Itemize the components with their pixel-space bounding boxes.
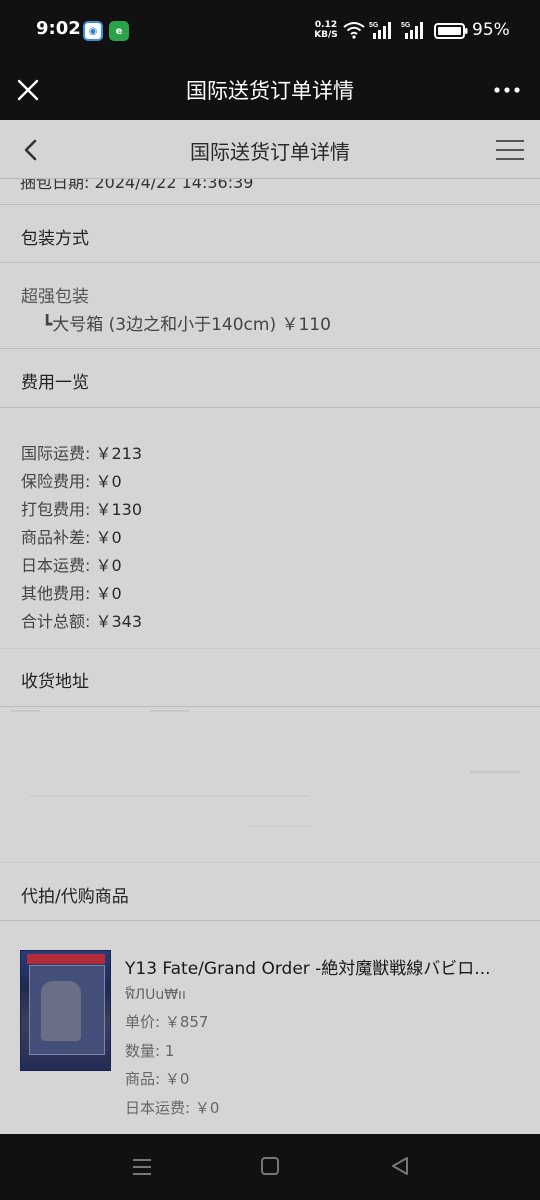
divider	[0, 920, 540, 921]
sub-header-title: 国际送货订单详情	[190, 140, 350, 164]
menu-icon[interactable]	[494, 136, 526, 164]
recent-apps-icon[interactable]	[130, 1156, 154, 1178]
fee-label: 合计总额:	[21, 612, 91, 631]
battery-percentage: 95%	[472, 20, 510, 40]
fee-label: 商品补差:	[21, 528, 91, 547]
fee-label: 国际运费:	[21, 444, 91, 463]
fee-label: 打包费用:	[21, 500, 91, 519]
product-subtitle: ฬ็ЛUu₩ıı	[125, 987, 186, 1003]
packaging-name: 超强包装	[21, 287, 89, 307]
fee-japan-shipping: 日本运费: ￥0	[21, 552, 122, 576]
network-speed-value: 0.12	[314, 20, 338, 30]
divider	[0, 348, 540, 349]
fee-value: ￥0	[95, 584, 122, 603]
product-thumbnail[interactable]	[20, 950, 111, 1071]
fee-insurance: 保险费用: ￥0	[21, 468, 122, 492]
redaction-mark	[250, 825, 310, 827]
page-title: 国际送货订单详情	[186, 79, 354, 103]
thumbnail-banner	[27, 954, 105, 964]
fee-label: 其他费用:	[21, 584, 91, 603]
status-time: 9:02	[36, 18, 81, 39]
divider	[0, 204, 540, 205]
fee-value: ￥343	[95, 612, 143, 631]
svg-text:5G: 5G	[369, 22, 379, 29]
signal-5g-icon-2: 5G	[401, 22, 423, 39]
redaction-mark	[30, 795, 310, 797]
product-japan-shipping: 日本运费: ￥0	[125, 1099, 220, 1117]
packaging-section-title: 包装方式	[21, 229, 89, 249]
product-quantity: 数量: 1	[125, 1042, 175, 1060]
address-content-redacted	[0, 707, 540, 862]
battery-icon	[434, 23, 468, 39]
top-navigation-bar: 国际送货订单详情	[0, 62, 540, 120]
signal-5g-icon: 5G	[369, 22, 391, 39]
wifi-icon	[343, 22, 365, 39]
fee-value: ￥213	[95, 444, 143, 463]
redaction-mark	[150, 710, 190, 712]
home-icon[interactable]	[259, 1155, 281, 1177]
fee-international-shipping: 国际运费: ￥213	[21, 440, 142, 464]
fee-goods-difference: 商品补差: ￥0	[21, 524, 122, 548]
status-bar: 9:02 ◉ e 0.12 KB/S 5G 5G 95%	[0, 0, 540, 62]
fee-label: 保险费用:	[21, 472, 91, 491]
divider	[0, 262, 540, 263]
redaction-mark	[10, 710, 40, 712]
product-goods-fee: 商品: ￥0	[125, 1070, 190, 1088]
network-speed: 0.12 KB/S	[311, 20, 341, 40]
fee-other: 其他费用: ￥0	[21, 580, 122, 604]
more-options-icon[interactable]	[490, 76, 524, 104]
fee-value: ￥0	[95, 472, 122, 491]
fees-section-title: 费用一览	[21, 373, 89, 393]
app-notification-icon-green: e	[109, 21, 129, 41]
fee-value: ￥0	[95, 556, 122, 575]
sub-header: 国际送货订单详情	[0, 120, 540, 179]
svg-text:5G: 5G	[401, 22, 411, 29]
product-title[interactable]: Y13 Fate/Grand Order -絶対魔獣戦線バビロ...	[125, 954, 520, 979]
network-speed-unit: KB/S	[314, 30, 338, 40]
divider	[0, 648, 540, 649]
fee-label: 日本运费:	[21, 556, 91, 575]
fee-value: ￥130	[95, 500, 143, 519]
packing-date-line: 捆包日期: 2024/4/22 14:36:39	[20, 179, 254, 192]
fee-value: ￥0	[95, 528, 122, 547]
goods-section-title: 代拍/代购商品	[21, 887, 129, 907]
system-back-icon[interactable]	[388, 1154, 412, 1178]
fee-total: 合计总额: ￥343	[21, 608, 142, 632]
address-section-title: 收货地址	[21, 672, 89, 692]
fee-packing: 打包费用: ￥130	[21, 496, 142, 520]
app-notification-icon: ◉	[83, 21, 103, 41]
system-navigation-bar	[0, 1134, 540, 1200]
redaction-mark	[470, 771, 520, 773]
divider	[0, 862, 540, 863]
packaging-detail: ┗大号箱 (3边之和小于140cm) ￥110	[42, 315, 331, 335]
thumbnail-figure	[41, 981, 81, 1041]
order-detail-content[interactable]: 捆包日期: 2024/4/22 14:36:39 包装方式 超强包装 ┗大号箱 …	[0, 179, 540, 1134]
product-unit-price: 单价: ￥857	[125, 1013, 209, 1031]
divider	[0, 407, 540, 408]
